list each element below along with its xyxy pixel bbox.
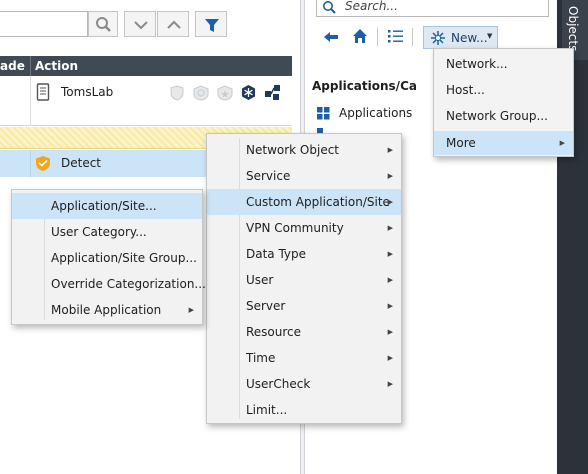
search-icon [96,17,111,32]
menu-item-resource[interactable]: Resource ▶ [207,319,401,345]
snowflake-icon [242,85,255,100]
table-row[interactable]: TomsLab [0,76,292,126]
menu-item-limit[interactable]: Limit... [207,397,401,423]
menu-item-vpn-community[interactable]: VPN Community ▶ [207,215,401,241]
applications-icon [317,107,330,120]
custom-application-site-menu: Application/Site... User Category... App… [11,189,206,325]
tree-item-applications[interactable]: Applications [339,106,412,120]
submenu-arrow-icon: ▶ [387,172,393,180]
submenu-arrow-icon: ▶ [387,250,393,258]
expand-all-button[interactable] [157,11,189,37]
back-arrow-icon[interactable] [323,30,339,44]
submenu-arrow-icon: ▶ [188,306,194,314]
menu-item-label: UserCheck [246,377,311,391]
menu-item-label: VPN Community [246,221,344,235]
submenu-arrow-icon: ▶ [387,146,393,154]
shield-detect-icon [36,156,50,171]
star-burst-icon [431,31,445,45]
menu-item-service[interactable]: Service ▶ [207,163,401,189]
chevron-down-icon [134,21,148,30]
search-icon [323,1,336,14]
menu-item-label: Custom Application/Site [246,195,390,209]
submenu-arrow-icon: ▶ [387,302,393,310]
menu-item-usercheck[interactable]: UserCheck ▶ [207,371,401,397]
section-title: Applications/Ca [312,79,417,93]
menu-item-time[interactable]: Time ▶ [207,345,401,371]
more-menu: Network Object ▶ Service ▶ Custom Applicat… [206,133,402,424]
menu-item-mobile-application[interactable]: Mobile Application ▶ [12,297,202,323]
menu-item-label: Server [246,299,286,313]
search-placeholder: Search... [345,0,398,13]
menu-item-label: Mobile Application [51,303,162,317]
column-header-action[interactable]: Action [35,59,78,73]
menu-item-label: Network Object [246,143,339,157]
toolbar-separator [377,28,378,46]
search-input[interactable] [0,11,88,37]
objects-search-input[interactable]: Search... [316,0,549,17]
column-divider [30,150,31,177]
action-label: Detect [61,156,102,170]
menu-item-network-object[interactable]: Network Object ▶ [207,137,401,163]
collapse-all-button[interactable] [124,11,156,37]
new-object-button[interactable]: New... ▼ [423,26,498,49]
menu-item-label: Time [246,351,276,365]
shield-star-icon [217,85,233,101]
menu-item-user-category[interactable]: User Category... [12,219,202,245]
toolbar-separator [412,28,413,46]
gateway-icon [36,83,50,101]
menu-item-label: Override Categorization... [51,277,206,291]
menu-item-label: Service [246,169,291,183]
menu-item-label: Network Group... [446,109,548,123]
home-icon[interactable] [352,28,368,44]
filter-button[interactable] [195,11,227,37]
submenu-arrow-icon: ▶ [387,328,393,336]
submenu-arrow-icon: ▶ [387,380,393,388]
chevron-up-icon [167,20,181,29]
filter-icon [205,19,219,32]
grid-header: ade Action [0,56,292,76]
menu-item-data-type[interactable]: Data Type ▶ [207,241,401,267]
submenu-arrow-icon: ▶ [387,276,393,284]
menu-item-label: Host... [446,83,485,97]
menu-item-label: User [246,273,274,287]
menu-item-label: Network... [446,57,508,71]
menu-item-application-site-group[interactable]: Application/Site Group... [12,245,202,271]
menu-item-server[interactable]: Server ▶ [207,293,401,319]
menu-item-label: Application/Site... [51,199,157,213]
column-header-blade[interactable]: ade [0,59,25,73]
submenu-arrow-icon: ▶ [387,354,393,362]
menu-item-user[interactable]: User ▶ [207,267,401,293]
menu-item-label: User Category... [51,225,147,239]
new-menu: Network... Host... Network Group... More… [433,48,574,157]
new-button-label: New... [451,31,488,45]
menu-item-network-group[interactable]: Network Group... [434,103,573,129]
menu-item-label: Limit... [246,403,288,417]
menu-item-label: Application/Site Group... [51,251,197,265]
menu-item-label: Resource [246,325,302,339]
menu-item-label: More [446,136,476,150]
menu-item-label: Data Type [246,247,307,261]
dropdown-caret-icon: ▼ [487,32,493,40]
gateway-name: TomsLab [61,85,114,99]
menu-item-custom-application-site[interactable]: Custom Application/Site ▶ [207,189,401,215]
menu-item-application-site[interactable]: Application/Site... [12,193,202,219]
column-divider [30,56,31,76]
submenu-arrow-icon: ▶ [387,198,393,206]
side-tab-label: Objects [566,6,580,52]
menu-item-host[interactable]: Host... [434,77,573,103]
menu-item-more[interactable]: More ▶ [434,131,573,155]
menu-item-network[interactable]: Network... [434,51,573,77]
submenu-arrow-icon: ▶ [387,224,393,232]
menu-item-override-categorization[interactable]: Override Categorization... [12,271,206,297]
list-view-icon[interactable] [388,29,403,43]
submenu-arrow-icon: ▶ [559,139,565,147]
network-icon [265,85,280,100]
search-button[interactable] [88,11,118,37]
column-divider [30,76,31,126]
shield-icon [170,85,184,101]
badge-icon [193,85,209,101]
